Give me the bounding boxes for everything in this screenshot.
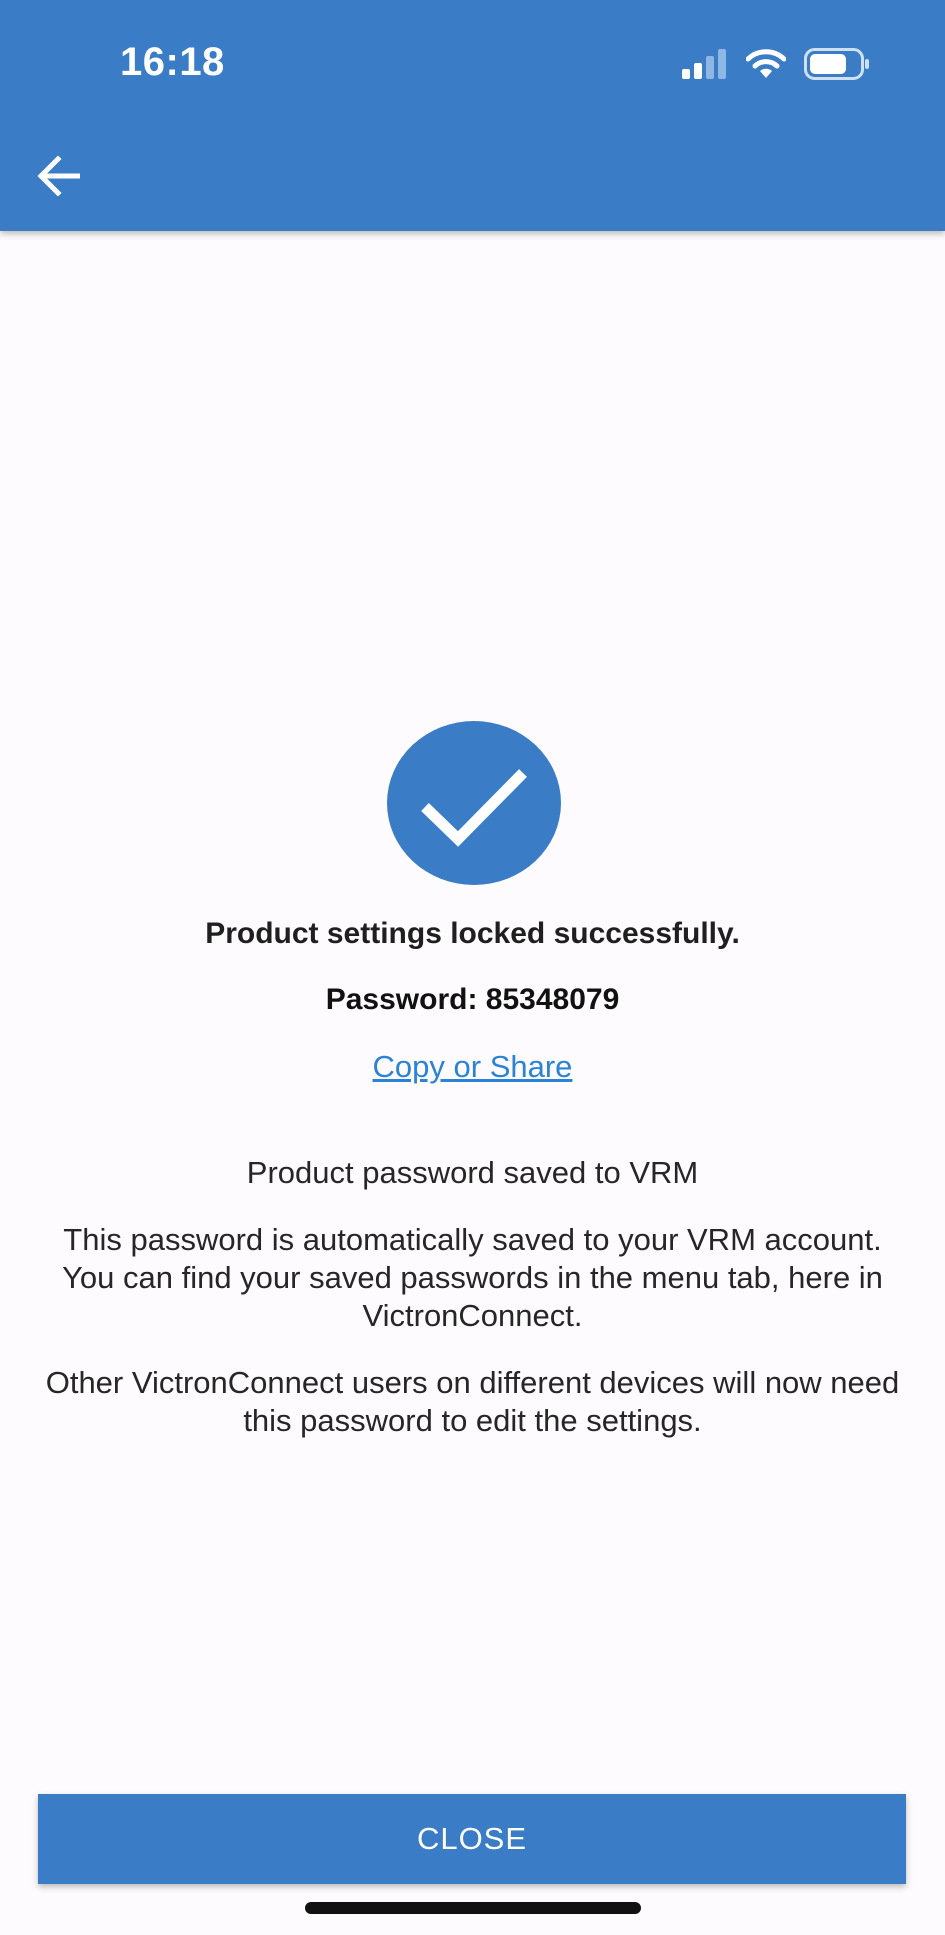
password-text: Password: 85348079 <box>325 983 620 1016</box>
saved-to-vrm-heading: Product password saved to VRM <box>246 1155 699 1190</box>
status-time: 16:18 <box>120 40 225 84</box>
wifi-icon <box>745 48 787 85</box>
check-circle-icon <box>387 721 561 885</box>
status-icons <box>682 47 870 85</box>
arrow-left-icon <box>36 154 81 201</box>
copy-share-link-container: Copy or Share <box>0 1049 945 1085</box>
app-bar: 16:18 <box>0 0 945 231</box>
close-button[interactable]: CLOSE <box>38 1794 906 1884</box>
back-button[interactable] <box>30 150 86 206</box>
cellular-signal-icon <box>682 48 728 84</box>
success-title: Product settings locked successfully. <box>205 917 740 950</box>
home-indicator <box>305 1902 641 1914</box>
battery-icon <box>804 47 870 85</box>
other-users-paragraph: Other VictronConnect users on different … <box>45 1365 900 1438</box>
vrm-info-paragraph: This password is automatically saved to … <box>62 1222 883 1333</box>
copy-share-link[interactable]: Copy or Share <box>373 1049 573 1084</box>
